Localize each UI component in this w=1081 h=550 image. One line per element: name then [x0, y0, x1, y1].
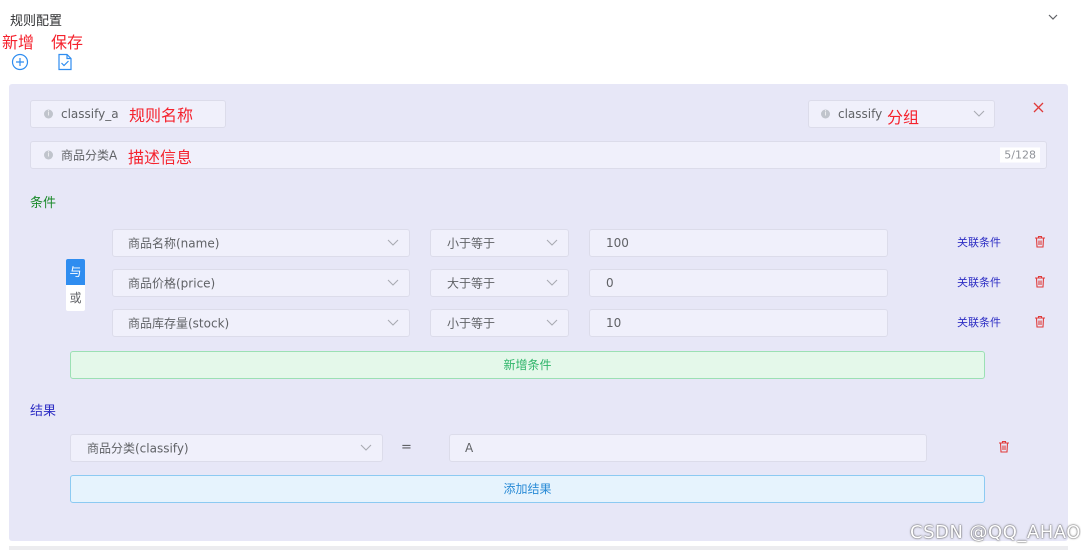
section-title: 规则配置 [10, 14, 63, 29]
condition-value: 10 [606, 316, 622, 330]
condition-operator-select[interactable]: 小于等于 [430, 309, 569, 337]
save-annotation: 保存 [51, 33, 84, 52]
condition-value: 0 [606, 276, 614, 290]
condition-operator-value: 大于等于 [447, 276, 496, 291]
condition-field-value: 商品价格(price) [128, 276, 216, 291]
chevron-down-icon [387, 239, 399, 246]
rule-name-value: classify_a [61, 107, 119, 121]
char-counter: 5/128 [1000, 147, 1040, 163]
condition-value-input[interactable]: 100 [589, 229, 888, 257]
close-icon[interactable] [1033, 102, 1044, 113]
results-label: 结果 [30, 404, 57, 419]
condition-field-select[interactable]: 商品名称(name) [112, 229, 410, 257]
link-condition-button[interactable]: 关联条件 [957, 314, 1001, 330]
trash-icon[interactable] [1034, 315, 1046, 328]
description-annotation: 描述信息 [128, 148, 193, 167]
add-circle-icon[interactable] [11, 53, 29, 71]
rule-name-annotation: 规则名称 [129, 106, 194, 125]
trash-icon[interactable] [1034, 275, 1046, 288]
add-result-button[interactable]: 添加结果 [70, 475, 985, 503]
trash-icon[interactable] [1034, 235, 1046, 248]
result-field-select[interactable]: 商品分类(classify) [70, 434, 383, 462]
condition-field-value: 商品名称(name) [128, 236, 220, 251]
chevron-down-icon [360, 444, 372, 451]
condition-value-input[interactable]: 0 [589, 269, 888, 297]
info-icon: i [821, 109, 830, 119]
save-document-icon[interactable] [56, 53, 74, 71]
add-condition-button[interactable]: 新增条件 [70, 351, 985, 379]
result-value: A [465, 441, 474, 455]
chevron-down-icon [387, 279, 399, 286]
result-value-input[interactable]: A [449, 434, 927, 462]
logic-or-toggle[interactable]: 或 [66, 285, 85, 311]
chevron-down-icon[interactable] [1046, 10, 1060, 24]
group-value: classify [838, 107, 883, 121]
condition-operator-select[interactable]: 小于等于 [430, 229, 569, 257]
info-icon: i [44, 109, 53, 119]
link-condition-button[interactable]: 关联条件 [957, 274, 1001, 290]
info-icon: i [44, 150, 53, 160]
rule-name-input[interactable]: i classify_a [30, 100, 226, 128]
condition-value: 100 [606, 236, 629, 250]
condition-field-select[interactable]: 商品库存量(stock) [112, 309, 410, 337]
chevron-down-icon [546, 279, 558, 286]
condition-field-select[interactable]: 商品价格(price) [112, 269, 410, 297]
chevron-down-icon [387, 319, 399, 326]
link-condition-button[interactable]: 关联条件 [957, 234, 1001, 250]
trash-icon[interactable] [998, 440, 1010, 453]
condition-operator-value: 小于等于 [447, 236, 496, 251]
divider [9, 546, 1068, 550]
add-annotation: 新增 [2, 33, 35, 52]
result-field-value: 商品分类(classify) [87, 441, 189, 456]
condition-field-value: 商品库存量(stock) [128, 316, 230, 331]
description-value: 商品分类A [61, 148, 118, 163]
watermark: CSDN @QQ_AHAO [910, 522, 1081, 543]
condition-operator-value: 小于等于 [447, 316, 496, 331]
chevron-down-icon [546, 319, 558, 326]
chevron-down-icon [546, 239, 558, 246]
logic-and-toggle[interactable]: 与 [66, 259, 85, 285]
conditions-label: 条件 [30, 196, 57, 211]
equals-sign: = [401, 440, 412, 455]
condition-operator-select[interactable]: 大于等于 [430, 269, 569, 297]
condition-value-input[interactable]: 10 [589, 309, 888, 337]
chevron-down-icon [973, 110, 985, 117]
group-annotation: 分组 [887, 108, 920, 127]
